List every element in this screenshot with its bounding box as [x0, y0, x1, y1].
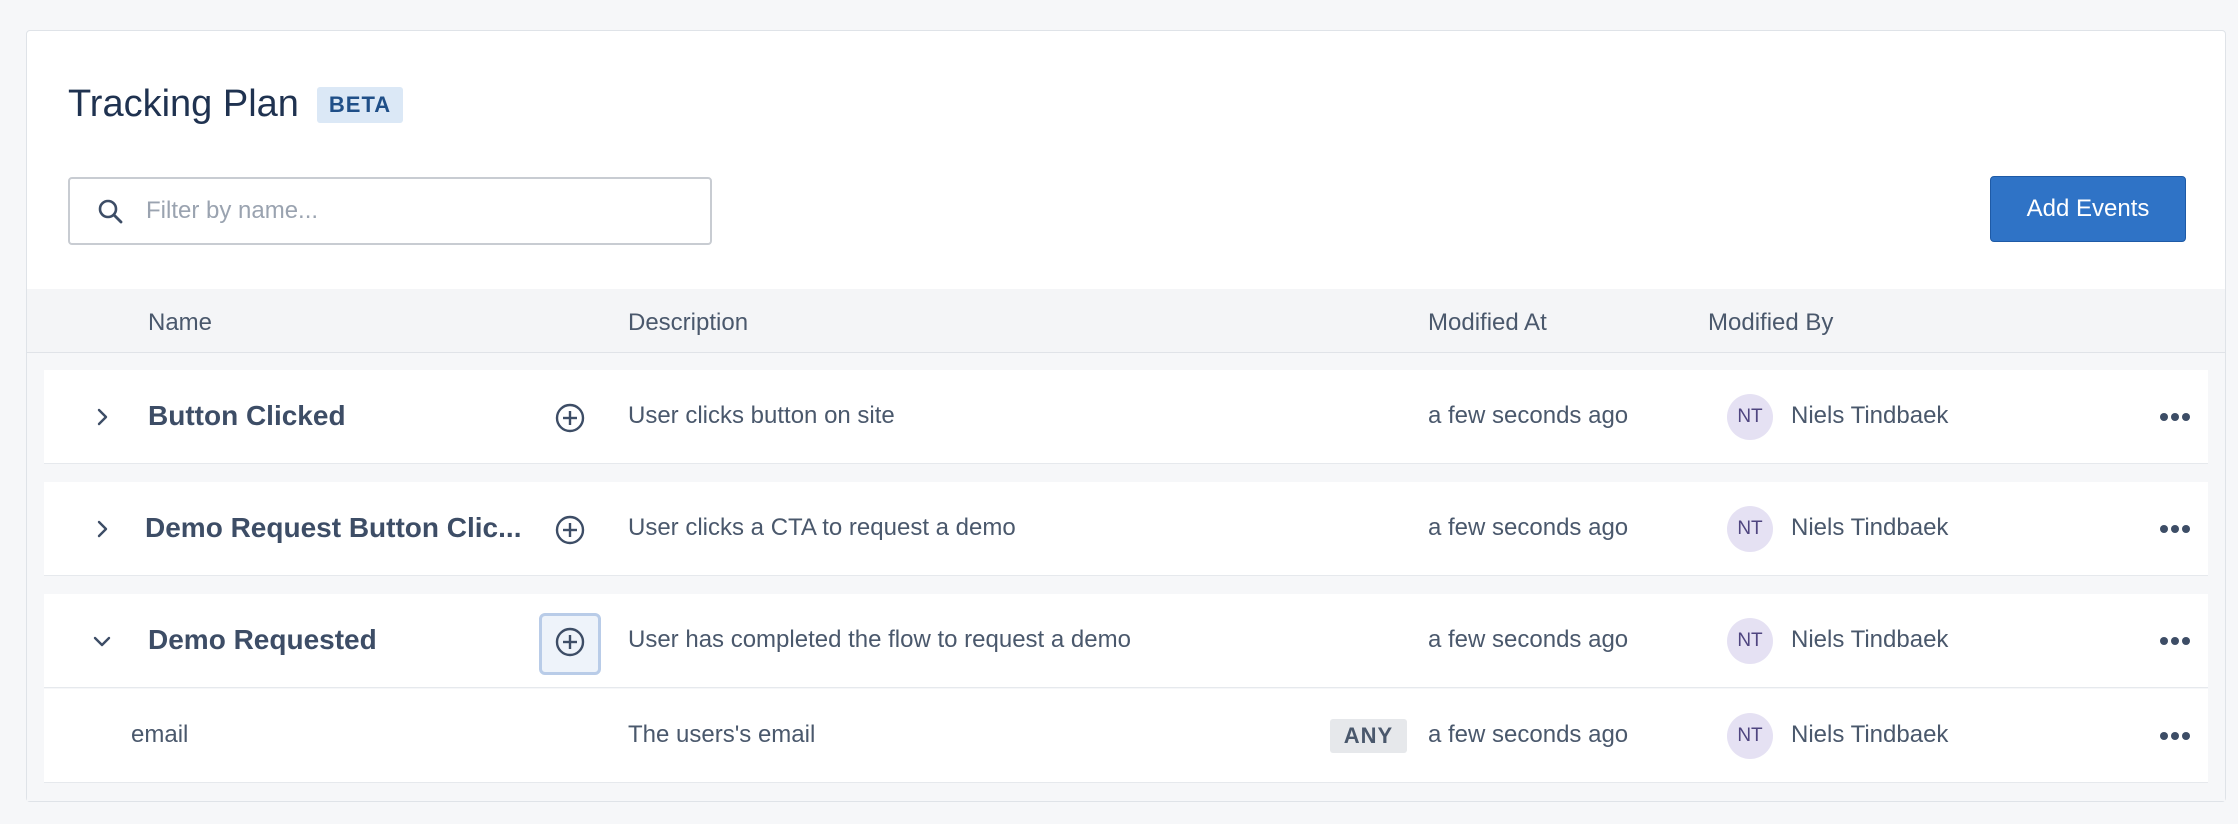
plus-circle-icon	[554, 514, 586, 551]
column-header-description[interactable]: Description	[628, 309, 748, 337]
event-name[interactable]: Demo Request Button Clic...	[145, 512, 530, 544]
property-row[interactable]: email The users's email ANY a few second…	[44, 689, 2208, 783]
table-body: Button Clicked User clicks button on sit…	[27, 353, 2225, 801]
search-icon	[86, 187, 134, 235]
column-header-modified-by[interactable]: Modified By	[1708, 309, 1833, 337]
event-description: User has completed the flow to request a…	[628, 626, 1131, 653]
modified-by-name: Niels Tindbaek	[1791, 514, 1949, 541]
property-modified-at: a few seconds ago	[1428, 721, 1629, 748]
more-horizontal-icon[interactable]	[2155, 400, 2195, 434]
event-modified-at: a few seconds ago	[1428, 402, 1629, 429]
modified-by-name: Niels Tindbaek	[1791, 402, 1949, 429]
avatar: NT	[1727, 394, 1773, 440]
column-header-name[interactable]: Name	[148, 309, 212, 337]
more-horizontal-icon[interactable]	[2155, 719, 2195, 753]
add-property-button[interactable]	[539, 389, 601, 451]
avatar: NT	[1727, 506, 1773, 552]
event-name[interactable]: Button Clicked	[148, 400, 528, 432]
event-row[interactable]: Demo Request Button Clic... User clicks …	[44, 482, 2208, 576]
search-field[interactable]	[68, 177, 712, 245]
beta-badge: BETA	[316, 86, 404, 123]
chevron-down-icon[interactable]	[86, 625, 118, 657]
plus-circle-icon	[554, 402, 586, 439]
property-description: The users's email	[628, 721, 816, 748]
property-type-badge: ANY	[1330, 719, 1407, 753]
avatar: NT	[1727, 618, 1773, 664]
page-header: Tracking Plan BETA	[68, 83, 404, 126]
chevron-right-icon[interactable]	[86, 513, 118, 545]
modified-by-name: Niels Tindbaek	[1791, 626, 1949, 653]
add-events-button[interactable]: Add Events	[1990, 176, 2186, 242]
search-input[interactable]	[146, 197, 706, 225]
modified-by-name: Niels Tindbaek	[1791, 721, 1949, 748]
event-description: User clicks a CTA to request a demo	[628, 514, 1016, 541]
chevron-right-icon[interactable]	[86, 401, 118, 433]
plus-circle-icon	[554, 626, 586, 663]
add-property-button[interactable]	[539, 501, 601, 563]
avatar: NT	[1727, 713, 1773, 759]
event-name[interactable]: Demo Requested	[148, 624, 528, 656]
table-header: Name Description Modified At Modified By	[27, 289, 2225, 353]
property-name: email	[131, 721, 189, 748]
event-row[interactable]: Button Clicked User clicks button on sit…	[44, 370, 2208, 464]
more-horizontal-icon[interactable]	[2155, 624, 2195, 658]
event-row[interactable]: Demo Requested User has completed the fl…	[44, 594, 2208, 688]
page-title: Tracking Plan	[68, 83, 299, 125]
more-horizontal-icon[interactable]	[2155, 512, 2195, 546]
event-modified-at: a few seconds ago	[1428, 514, 1629, 541]
add-property-button[interactable]	[539, 613, 601, 675]
event-description: User clicks button on site	[628, 402, 895, 429]
event-modified-at: a few seconds ago	[1428, 626, 1629, 653]
column-header-modified-at[interactable]: Modified At	[1428, 309, 1547, 337]
tracking-plan-card: Tracking Plan BETA Add Events Name Descr…	[26, 30, 2226, 802]
